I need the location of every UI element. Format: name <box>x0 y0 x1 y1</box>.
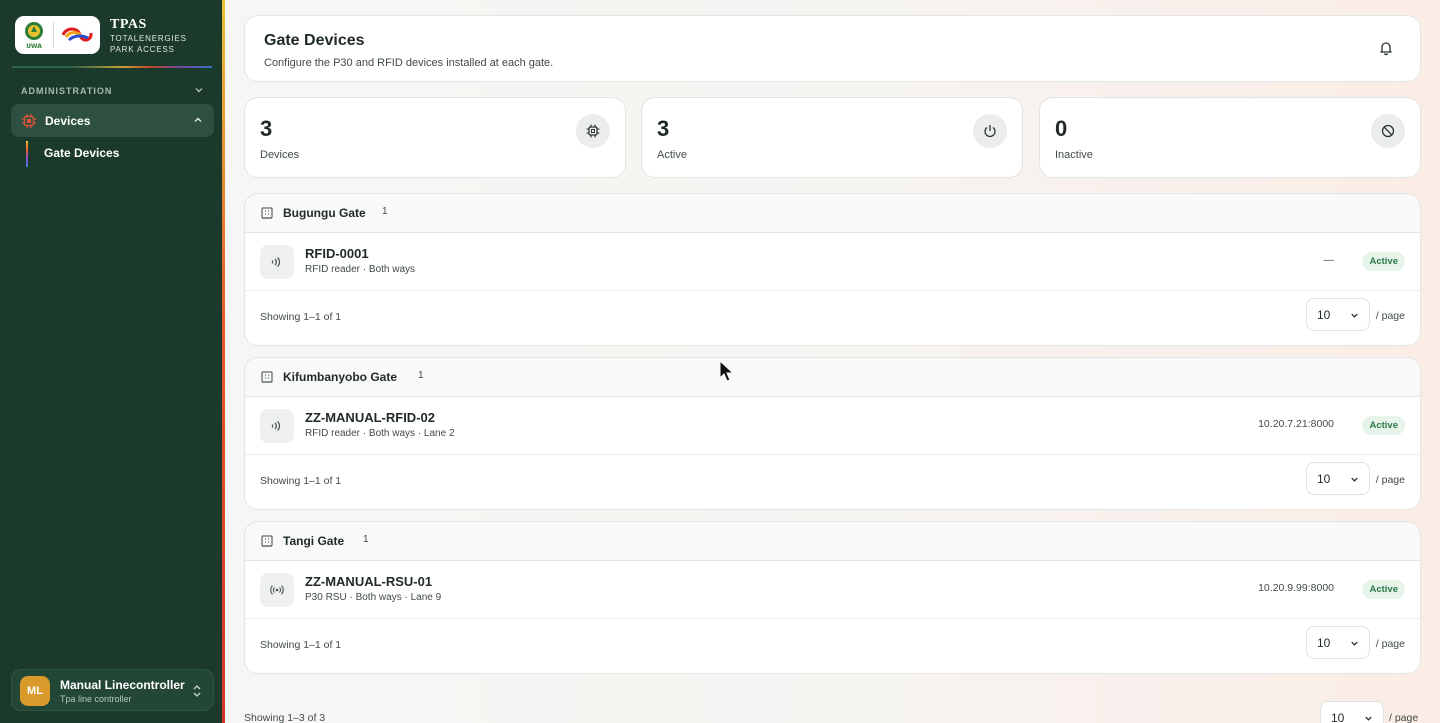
stat-card-active: 3 Active <box>641 97 1023 178</box>
page-size-select[interactable]: 10 <box>1306 626 1370 659</box>
gate-header: Tangi Gate 1 <box>245 522 1420 561</box>
pagination: Showing 1–1 of 1 10 / page <box>245 455 1420 511</box>
pagination-summary: Showing 1–1 of 1 <box>260 639 342 651</box>
stat-label: Inactive <box>1055 149 1093 161</box>
device-name: RFID-0001 <box>305 246 369 261</box>
user-name: Manual Linecontroller <box>60 678 185 692</box>
chip-icon <box>576 114 610 148</box>
chevron-down-icon[interactable] <box>193 84 205 96</box>
stat-value: 3 <box>657 116 670 141</box>
status-badge: Active <box>1362 416 1405 435</box>
gate-count: 1 <box>418 370 424 381</box>
pagination-summary: Showing 1–1 of 1 <box>260 475 342 487</box>
device-address: — <box>1323 254 1335 266</box>
stat-label: Devices <box>260 149 300 161</box>
sidebar-item-label: Devices <box>45 113 91 128</box>
chevron-down-icon <box>1351 313 1358 318</box>
bell-icon[interactable] <box>1378 40 1394 56</box>
avatar: ML <box>20 676 50 706</box>
building-icon <box>261 535 273 547</box>
stat-value: 3 <box>260 116 273 141</box>
stat-card-inactive: 0 Inactive <box>1039 97 1421 178</box>
ban-icon <box>1371 114 1405 148</box>
page-size-label: / page <box>1375 638 1405 650</box>
broadcast-icon <box>260 573 294 607</box>
rfid-icon <box>260 245 294 279</box>
page-title: Gate Devices <box>264 32 365 49</box>
device-row[interactable]: ZZ-MANUAL-RFID-02 RFID reader · Both way… <box>245 397 1420 455</box>
pagination-summary-total: Showing 1–3 of 3 <box>244 712 326 723</box>
gate-name: Kifumbanyobo Gate <box>283 370 398 384</box>
sidebar-item-gate-devices[interactable]: Gate Devices <box>44 146 119 160</box>
uwa-label: UWA <box>26 43 42 50</box>
building-icon <box>261 207 273 219</box>
device-row[interactable]: ZZ-MANUAL-RSU-01 P30 RSU · Both ways · L… <box>245 561 1420 619</box>
page-size-value: 10 <box>1317 472 1331 486</box>
page-size-select-total[interactable]: 10 <box>1320 701 1384 723</box>
page-size-label: / page <box>1389 712 1419 723</box>
totalenergies-logo-icon <box>54 16 100 54</box>
mouse-cursor-icon <box>719 360 735 382</box>
page-size-select[interactable]: 10 <box>1306 462 1370 495</box>
page-size-value: 10 <box>1317 636 1331 650</box>
page-size-label: / page <box>1375 310 1405 322</box>
chevron-down-icon <box>1351 477 1358 482</box>
gate-header: Kifumbanyobo Gate 1 <box>245 358 1420 397</box>
device-meta: RFID reader · Both ways <box>305 264 416 275</box>
gate-name: Tangi Gate <box>283 534 345 548</box>
section-label-administration[interactable]: ADMINISTRATION <box>21 86 112 96</box>
page-subtitle: Configure the P30 and RFID devices insta… <box>264 57 554 69</box>
chip-icon <box>22 113 36 128</box>
status-badge: Active <box>1362 252 1405 271</box>
user-role: Tpa line controller <box>60 694 132 704</box>
gate-card-kifumbanyobo: Kifumbanyobo Gate 1 ZZ-MANUAL-RFID-02 RF… <box>244 357 1421 510</box>
device-row[interactable]: RFID-0001 RFID reader · Both ways — Acti… <box>245 233 1420 291</box>
sidebar-accent-border <box>222 0 225 723</box>
stat-card-devices: 3 Devices <box>244 97 626 178</box>
sidebar-item-devices[interactable]: Devices <box>11 104 214 137</box>
rfid-icon <box>260 409 294 443</box>
page-size-select[interactable]: 10 <box>1306 298 1370 331</box>
stat-label: Active <box>657 149 687 161</box>
building-icon <box>261 371 273 383</box>
chevron-up-icon <box>194 117 202 122</box>
brand-title: TPAS <box>110 17 147 32</box>
gate-card-tangi: Tangi Gate 1 ZZ-MANUAL-RSU-01 P30 RSU · … <box>244 521 1421 674</box>
gate-header: Bugungu Gate 1 <box>245 194 1420 233</box>
brand-subtitle: TOTALENERGIES PARK ACCESS <box>110 34 187 54</box>
gate-card-bugungu: Bugungu Gate 1 RFID-0001 RFID reader · B… <box>244 193 1421 346</box>
status-badge: Active <box>1362 580 1405 599</box>
device-meta: RFID reader · Both ways · Lane 2 <box>305 428 455 439</box>
gate-name: Bugungu Gate <box>283 206 366 220</box>
brand-logo[interactable]: UWA <box>15 16 100 54</box>
chevron-updown-icon <box>193 685 201 697</box>
device-name: ZZ-MANUAL-RSU-01 <box>305 574 433 589</box>
page-size-value: 10 <box>1331 711 1345 723</box>
pagination: Showing 1–1 of 1 10 / page <box>245 619 1420 675</box>
gate-count: 1 <box>363 534 369 545</box>
chevron-down-icon <box>1351 641 1358 646</box>
sidebar: UWA TPAS TOTALENERGIES PARK ACCESS ADMIN… <box>0 0 222 723</box>
chevron-down-icon <box>1365 716 1372 721</box>
gate-count: 1 <box>382 206 388 217</box>
pagination-summary: Showing 1–1 of 1 <box>260 311 342 323</box>
device-address: 10.20.7.21:8000 <box>1258 418 1334 430</box>
page-size-label: / page <box>1375 474 1405 486</box>
device-meta: P30 RSU · Both ways · Lane 9 <box>305 592 442 603</box>
pagination: Showing 1–1 of 1 10 / page <box>245 291 1420 347</box>
power-icon <box>973 114 1007 148</box>
page-header: Gate Devices Configure the P30 and RFID … <box>244 15 1421 82</box>
uwa-logo-icon: UWA <box>15 16 53 54</box>
device-address: 10.20.9.99:8000 <box>1258 582 1334 594</box>
device-name: ZZ-MANUAL-RFID-02 <box>305 410 435 425</box>
active-indicator <box>26 141 28 167</box>
page-size-value: 10 <box>1317 308 1331 322</box>
stat-value: 0 <box>1055 116 1068 141</box>
user-menu[interactable]: ML Manual Linecontroller Tpa line contro… <box>11 669 214 711</box>
brand-divider <box>12 66 212 68</box>
